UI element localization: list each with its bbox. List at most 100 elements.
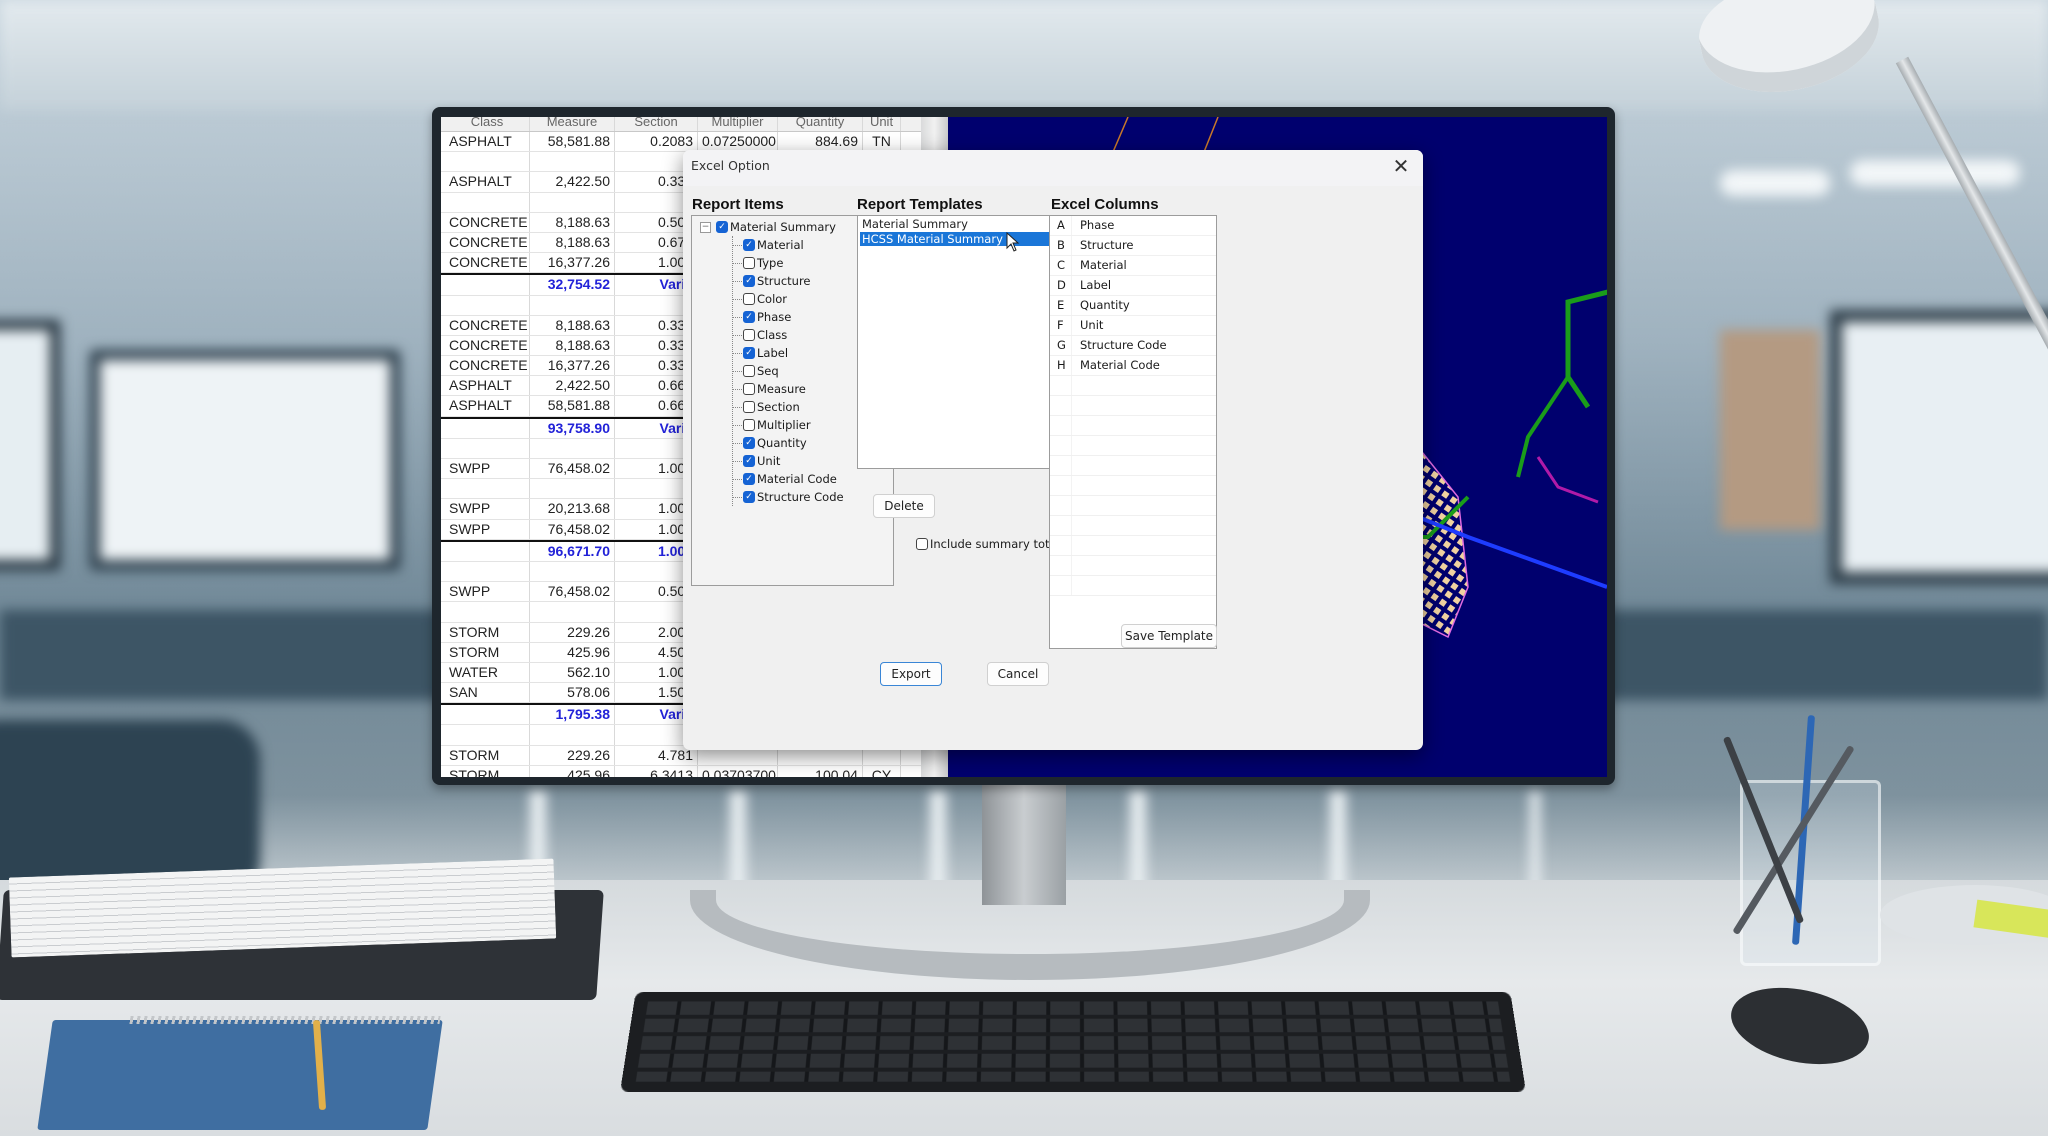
excel-column-empty-row[interactable] (1050, 496, 1216, 516)
cell-measure[interactable]: 76,458.02 (530, 459, 615, 479)
cell-measure[interactable]: 578.06 (530, 683, 615, 703)
cell-section[interactable]: 6.3413 (615, 765, 698, 777)
cell-class[interactable]: CONCRETE (441, 315, 530, 335)
cell-class[interactable]: SWPP (441, 519, 530, 539)
cell-class[interactable]: ASPHALT (441, 172, 530, 192)
cell-quantity[interactable]: 884.69 (778, 132, 863, 152)
cell-class[interactable]: SAN (441, 683, 530, 703)
checkbox[interactable]: ✓ (743, 239, 755, 251)
cell-class[interactable]: CONCRETE (441, 356, 530, 376)
checkbox-material-summary[interactable]: ✓ (716, 221, 728, 233)
excel-column-row[interactable]: G Structure Code (1050, 336, 1216, 356)
cell-class[interactable]: SWPP (441, 582, 530, 602)
checkbox[interactable]: ✓ (743, 455, 755, 467)
cell-class[interactable]: CONCRETE (441, 212, 530, 232)
cell-measure[interactable]: 8,188.63 (530, 212, 615, 232)
excel-column-empty-row[interactable] (1050, 536, 1216, 556)
excel-column-row[interactable]: H Material Code (1050, 356, 1216, 376)
cell-unit[interactable]: TN (863, 132, 901, 152)
excel-column-row[interactable]: F Unit (1050, 316, 1216, 336)
cell-class[interactable]: ASPHALT (441, 132, 530, 152)
cell-class[interactable] (441, 192, 530, 212)
cell-measure[interactable]: 229.26 (530, 622, 615, 642)
cell-class[interactable]: ASPHALT (441, 396, 530, 416)
excel-column-row[interactable]: C Material (1050, 256, 1216, 276)
cell-measure[interactable]: 93,758.90 (530, 418, 615, 438)
excel-column-empty-row[interactable] (1050, 456, 1216, 476)
cell-multiplier[interactable]: 0.07250000 (698, 132, 778, 152)
excel-column-empty-row[interactable] (1050, 396, 1216, 416)
checkbox-include-summary-totals[interactable] (916, 538, 928, 550)
tree-item-seq[interactable]: Seq (733, 362, 844, 380)
excel-column-row[interactable]: D Label (1050, 276, 1216, 296)
checkbox[interactable]: ✓ (743, 437, 755, 449)
tree-item-class[interactable]: Class (733, 326, 844, 344)
cell-class[interactable] (441, 418, 530, 438)
cell-measure[interactable] (530, 561, 615, 582)
cell-class[interactable] (441, 438, 530, 458)
column-header-quantity[interactable]: Quantity (778, 117, 863, 131)
tree-root-material-summary[interactable]: − ✓ Material Summary (700, 218, 836, 236)
collapse-icon[interactable]: − (700, 221, 711, 233)
cell-measure[interactable]: 16,377.26 (530, 356, 615, 376)
cell-measure[interactable]: 16,377.26 (530, 253, 615, 273)
cell-class[interactable] (441, 705, 530, 725)
tree-item-material-code[interactable]: ✓ Material Code (733, 470, 844, 488)
column-header-class[interactable]: Class (441, 117, 530, 131)
cell-class[interactable]: CONCRETE (441, 253, 530, 273)
excel-column-row[interactable]: B Structure (1050, 236, 1216, 256)
excel-columns-list[interactable]: A Phase B Structure C Material D Label E Quantity… (1049, 215, 1217, 649)
cell-measure[interactable] (530, 295, 615, 315)
checkbox[interactable] (743, 383, 755, 395)
cell-multiplier[interactable]: 0.03703700 (698, 765, 778, 777)
cell-measure[interactable] (530, 192, 615, 212)
tree-item-structure[interactable]: ✓ Structure (733, 272, 844, 290)
cell-class[interactable]: CONCRETE (441, 232, 530, 253)
tree-item-label[interactable]: ✓ Label (733, 344, 844, 362)
tree-item-type[interactable]: Type (733, 254, 844, 272)
cancel-button[interactable]: Cancel (987, 662, 1049, 686)
cell-quantity[interactable]: 100.04 (778, 765, 863, 777)
column-header-multiplier[interactable]: Multiplier (698, 117, 778, 131)
cell-measure[interactable]: 2,422.50 (530, 376, 615, 396)
tree-item-section[interactable]: Section (733, 398, 844, 416)
column-header-unit[interactable]: Unit (863, 117, 901, 131)
cell-class[interactable] (441, 602, 530, 622)
checkbox[interactable] (743, 293, 755, 305)
tree-item-unit[interactable]: ✓ Unit (733, 452, 844, 470)
cell-measure[interactable]: 96,671.70 (530, 541, 615, 561)
cell-class[interactable]: SWPP (441, 459, 530, 479)
cell-class[interactable]: STORM (441, 642, 530, 662)
close-icon[interactable]: ✕ (1389, 153, 1413, 179)
cell-measure[interactable]: 425.96 (530, 765, 615, 777)
cell-measure[interactable]: 58,581.88 (530, 396, 615, 416)
tree-item-multiplier[interactable]: Multiplier (733, 416, 844, 434)
excel-column-empty-row[interactable] (1050, 376, 1216, 396)
tree-item-structure-code[interactable]: ✓ Structure Code (733, 488, 844, 506)
column-header-section[interactable]: Section (615, 117, 698, 131)
column-header-measure[interactable]: Measure (530, 117, 615, 131)
excel-column-row[interactable]: A Phase (1050, 216, 1216, 236)
checkbox[interactable] (743, 401, 755, 413)
cell-measure[interactable]: 8,188.63 (530, 232, 615, 253)
checkbox[interactable] (743, 257, 755, 269)
cell-measure[interactable]: 76,458.02 (530, 582, 615, 602)
excel-column-empty-row[interactable] (1050, 476, 1216, 496)
tree-item-phase[interactable]: ✓ Phase (733, 308, 844, 326)
save-template-button[interactable]: Save Template (1121, 624, 1217, 648)
excel-column-empty-row[interactable] (1050, 436, 1216, 456)
checkbox[interactable] (743, 329, 755, 341)
cell-measure[interactable]: 229.26 (530, 745, 615, 765)
tree-item-color[interactable]: Color (733, 290, 844, 308)
cell-measure[interactable]: 8,188.63 (530, 315, 615, 335)
delete-button[interactable]: Delete (873, 494, 935, 518)
include-summary-totals[interactable]: Include summary totals (916, 537, 1066, 551)
checkbox[interactable]: ✓ (743, 275, 755, 287)
cell-measure[interactable] (530, 152, 615, 172)
cell-measure[interactable] (530, 602, 615, 622)
excel-column-empty-row[interactable] (1050, 516, 1216, 536)
cell-measure[interactable] (530, 725, 615, 745)
cell-unit[interactable]: CY (863, 765, 901, 777)
cell-class[interactable]: STORM (441, 622, 530, 642)
checkbox[interactable] (743, 365, 755, 377)
